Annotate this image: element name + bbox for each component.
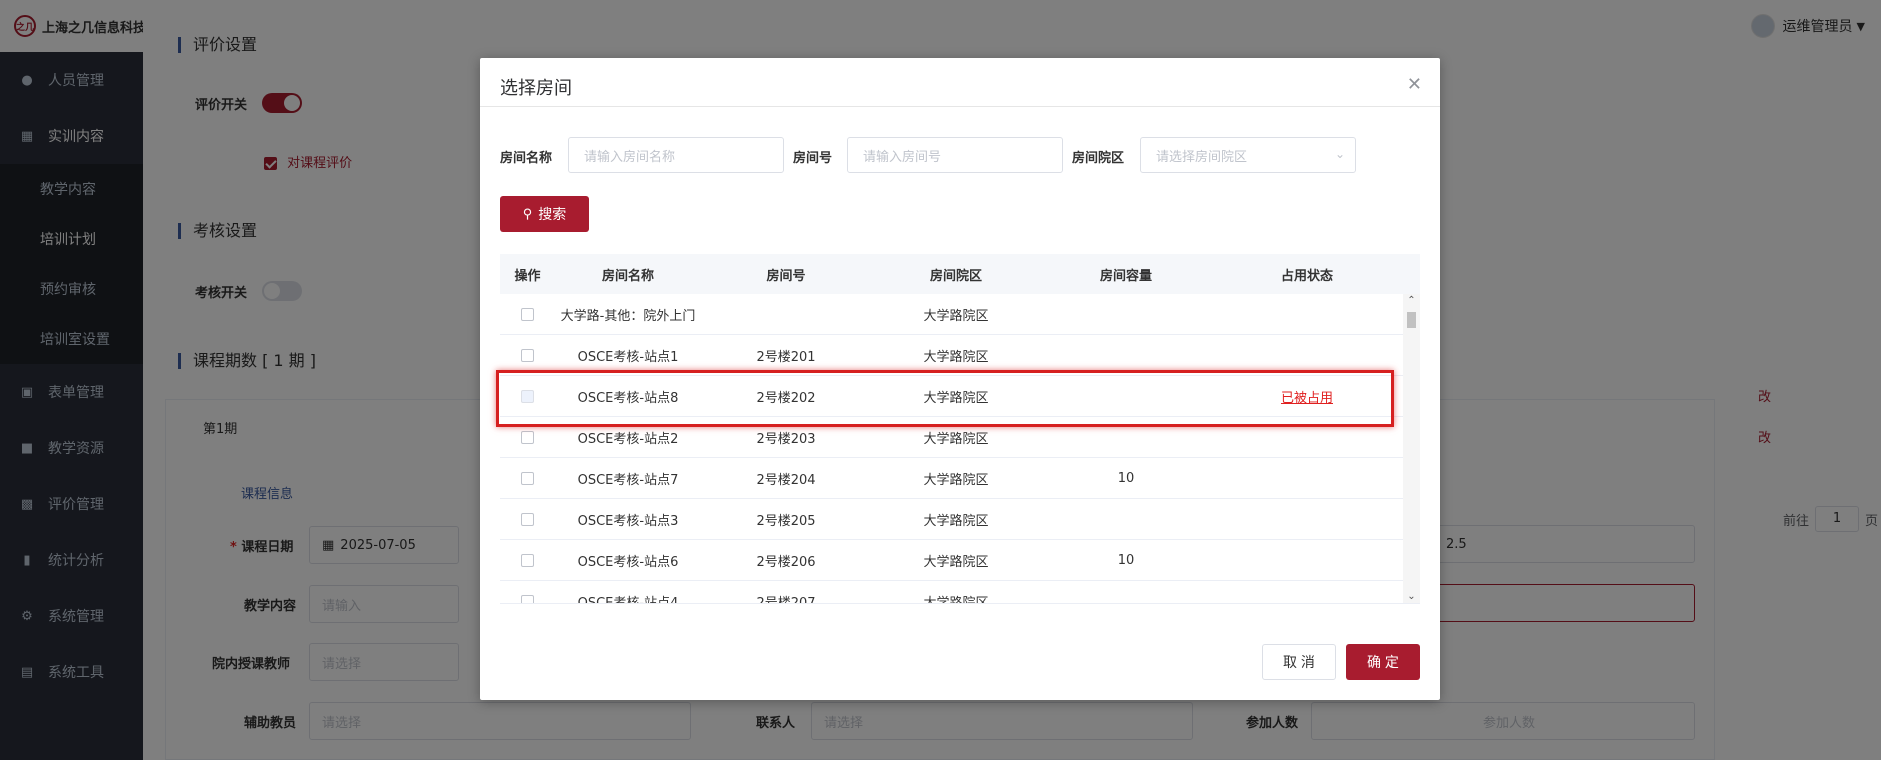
table-row[interactable]: OSCE考核-站点4 2号楼207 大学路院区 <box>500 581 1403 603</box>
table-row[interactable]: OSCE考核-站点1 2号楼201 大学路院区 <box>500 335 1403 376</box>
table-scrollbar[interactable]: ⌃ ⌄ <box>1403 294 1420 603</box>
table-row[interactable]: OSCE考核-站点6 2号楼206 大学路院区 10 <box>500 540 1403 581</box>
confirm-button[interactable]: 确 定 <box>1346 644 1420 680</box>
search-icon: ⚲ <box>522 206 533 221</box>
room-no-label: 房间号 <box>793 151 833 166</box>
occupied-status-link[interactable]: 已被占用 <box>1281 387 1333 406</box>
scroll-down-icon[interactable]: ⌄ <box>1403 590 1420 603</box>
cancel-button[interactable]: 取 消 <box>1262 644 1336 680</box>
campus-select[interactable]: 请选择房间院区 ⌄ <box>1140 137 1356 173</box>
table-row[interactable]: OSCE考核-站点3 2号楼205 大学路院区 <box>500 499 1403 540</box>
table-header: 操作 房间名称 房间号 房间院区 房间容量 占用状态 <box>500 254 1420 294</box>
col-status: 占用状态 <box>1280 268 1333 284</box>
row-checkbox[interactable] <box>521 512 534 526</box>
scroll-up-icon[interactable]: ⌃ <box>1403 294 1420 308</box>
col-room-name: 房间名称 <box>601 268 654 284</box>
dialog-divider <box>480 106 1440 107</box>
scroll-thumb[interactable] <box>1407 312 1416 328</box>
row-checkbox[interactable] <box>521 348 534 362</box>
room-name-input[interactable]: 请输入房间名称 <box>568 137 784 173</box>
row-checkbox[interactable] <box>521 307 534 321</box>
col-op: 操作 <box>514 268 541 284</box>
dialog-title: 选择房间 <box>500 78 572 99</box>
room-name-label: 房间名称 <box>500 151 553 166</box>
room-no-input[interactable]: 请输入房间号 <box>847 137 1063 173</box>
col-campus: 房间院区 <box>929 268 982 284</box>
row-checkbox[interactable] <box>521 553 534 567</box>
row-checkbox[interactable] <box>521 594 534 603</box>
chevron-down-icon: ⌄ <box>1334 147 1345 161</box>
room-table: 操作 房间名称 房间号 房间院区 房间容量 占用状态 大学路-其他：院外上门 大… <box>500 254 1420 604</box>
close-icon[interactable]: ✕ <box>1407 74 1422 95</box>
table-body: 大学路-其他：院外上门 大学路院区 OSCE考核-站点1 2号楼201 大学路院… <box>500 294 1403 603</box>
col-room-no: 房间号 <box>766 268 806 284</box>
row-checkbox[interactable] <box>521 430 534 444</box>
col-capacity: 房间容量 <box>1099 268 1152 284</box>
campus-label: 房间院区 <box>1072 151 1125 166</box>
select-room-dialog: 选择房间 ✕ 房间名称 请输入房间名称 房间号 请输入房间号 房间院区 请选择房… <box>480 58 1440 700</box>
table-row[interactable]: OSCE考核-站点2 2号楼203 大学路院区 <box>500 417 1403 458</box>
row-checkbox-disabled <box>521 389 534 403</box>
table-row-occupied[interactable]: OSCE考核-站点8 2号楼202 大学路院区 已被占用 <box>500 376 1403 417</box>
table-row[interactable]: OSCE考核-站点7 2号楼204 大学路院区 10 <box>500 458 1403 499</box>
row-checkbox[interactable] <box>521 471 534 485</box>
table-row[interactable]: 大学路-其他：院外上门 大学路院区 <box>500 294 1403 335</box>
search-button[interactable]: ⚲ 搜索 <box>500 196 589 232</box>
